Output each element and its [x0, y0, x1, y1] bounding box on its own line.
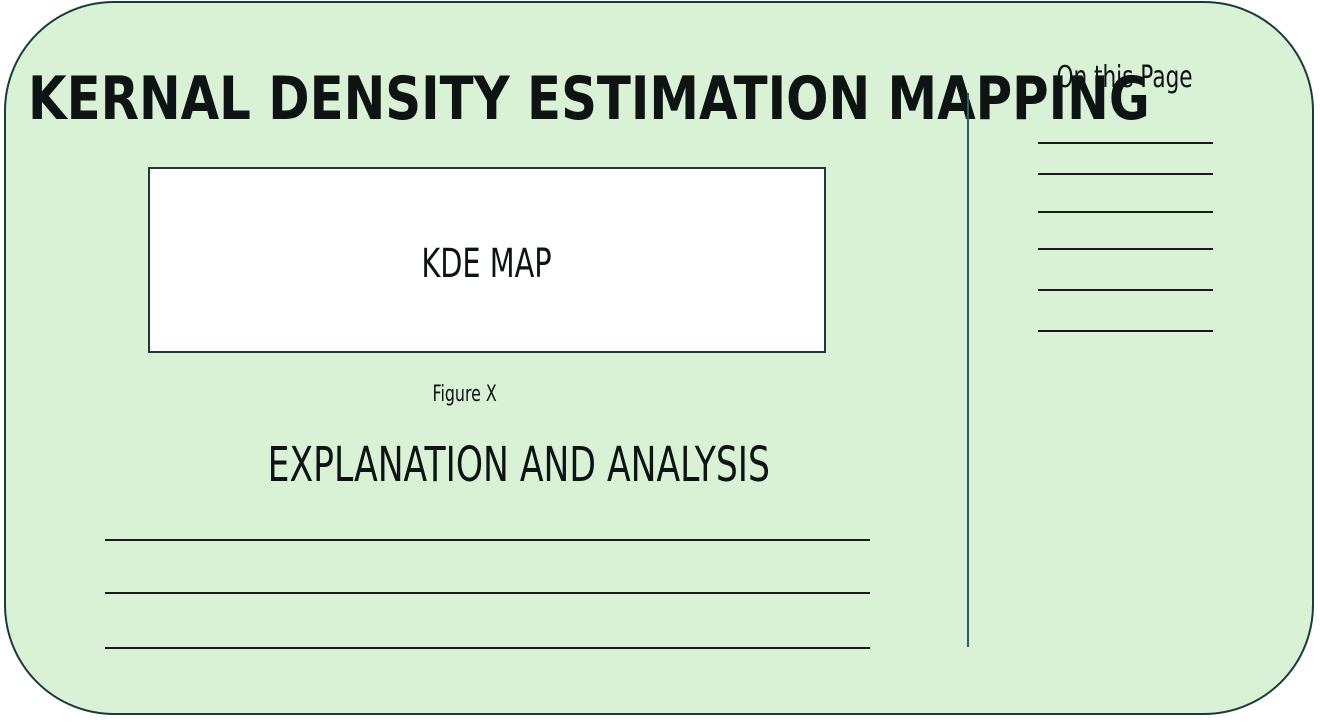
figure-caption: Figure X — [365, 378, 565, 412]
figure-caption-text: Figure X — [432, 382, 498, 407]
explanation-heading-text: EXPLANATION AND ANALYSIS — [267, 437, 770, 493]
toc-heading: On this Page — [1025, 58, 1225, 98]
toc-entry-line[interactable] — [1038, 289, 1213, 291]
explanation-heading: EXPLANATION AND ANALYSIS — [170, 432, 780, 498]
explanation-text-line — [105, 539, 870, 541]
kde-map-label-wrap: KDE MAP — [150, 169, 824, 351]
toc-heading-text: On this Page — [1056, 60, 1194, 95]
explanation-text-line — [105, 647, 870, 649]
wireframe-canvas: KERNAL DENSITY ESTIMATION MAPPING KDE MA… — [0, 0, 1320, 722]
kde-map-label: KDE MAP — [421, 241, 553, 287]
explanation-text-line — [105, 592, 870, 594]
sidebar-divider — [967, 93, 969, 647]
toc-entry-line[interactable] — [1038, 248, 1213, 250]
toc-entry-line[interactable] — [1038, 142, 1213, 144]
toc-entry-line[interactable] — [1038, 330, 1213, 332]
toc-entry-line[interactable] — [1038, 173, 1213, 175]
kde-map-placeholder: KDE MAP — [148, 167, 826, 353]
toc-entry-line[interactable] — [1038, 211, 1213, 213]
page-title: KERNAL DENSITY ESTIMATION MAPPING — [28, 64, 1150, 134]
